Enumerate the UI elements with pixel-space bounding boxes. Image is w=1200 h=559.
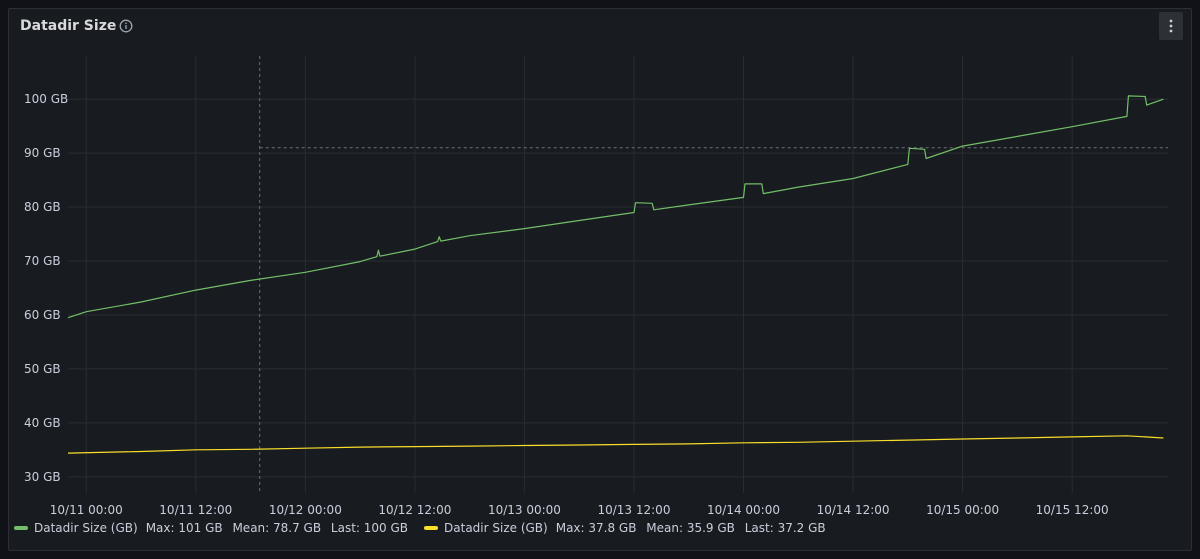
- legend-item-green[interactable]: Datadir Size (GB) Max: 101 GB Mean: 78.7…: [14, 521, 414, 535]
- legend-stats: Max: 101 GB Mean: 78.7 GB Last: 100 GB: [146, 521, 414, 535]
- y-tick-label: 90 GB: [24, 146, 61, 160]
- x-tick-label: 10/12 00:00: [269, 503, 342, 517]
- x-tick-label: 10/11 12:00: [159, 503, 232, 517]
- y-tick-label: 80 GB: [24, 200, 61, 214]
- legend-swatch-green: [14, 526, 28, 530]
- x-tick-label: 10/14 00:00: [707, 503, 780, 517]
- legend-stat-max: Max: 101 GB: [145, 521, 223, 535]
- legend-stat-last: Last: 100 GB: [330, 521, 409, 535]
- legend-item-yellow[interactable]: Datadir Size (GB) Max: 37.8 GB Mean: 35.…: [424, 521, 832, 535]
- legend-series-name: Datadir Size (GB): [444, 521, 548, 535]
- x-tick-label: 10/13 12:00: [597, 503, 670, 517]
- y-tick-label: 70 GB: [24, 254, 61, 268]
- legend-stats: Max: 37.8 GB Mean: 35.9 GB Last: 37.2 GB: [556, 521, 832, 535]
- legend-stat-mean: Mean: 35.9 GB: [646, 521, 735, 535]
- x-tick-label: 10/15 12:00: [1036, 503, 1109, 517]
- y-tick-label: 30 GB: [24, 470, 61, 484]
- legend-series-name: Datadir Size (GB): [34, 521, 138, 535]
- x-tick-label: 10/14 12:00: [817, 503, 890, 517]
- time-series-chart[interactable]: 30 GB 40 GB 50 GB 60 GB 70 GB 80 GB 90 GB 100 G…: [0, 0, 1200, 559]
- legend-stat-max: Max: 37.8 GB: [555, 521, 637, 535]
- x-tick-label: 10/12 12:00: [378, 503, 451, 517]
- legend-stat-last: Last: 37.2 GB: [744, 521, 826, 535]
- x-tick-label: 10/11 00:00: [50, 503, 123, 517]
- y-tick-label: 100 GB: [24, 92, 68, 106]
- series-line-yellow: [67, 435, 1164, 454]
- y-tick-label: 50 GB: [24, 362, 61, 376]
- x-tick-label: 10/13 00:00: [488, 503, 561, 517]
- y-tick-label: 60 GB: [24, 308, 61, 322]
- legend-swatch-yellow: [424, 526, 439, 530]
- legend-stat-mean: Mean: 78.7 GB: [232, 521, 322, 535]
- chart-legend: Datadir Size (GB) Max: 101 GB Mean: 78.7…: [14, 520, 842, 536]
- x-tick-label: 10/15 00:00: [926, 503, 999, 517]
- y-tick-label: 40 GB: [24, 416, 61, 430]
